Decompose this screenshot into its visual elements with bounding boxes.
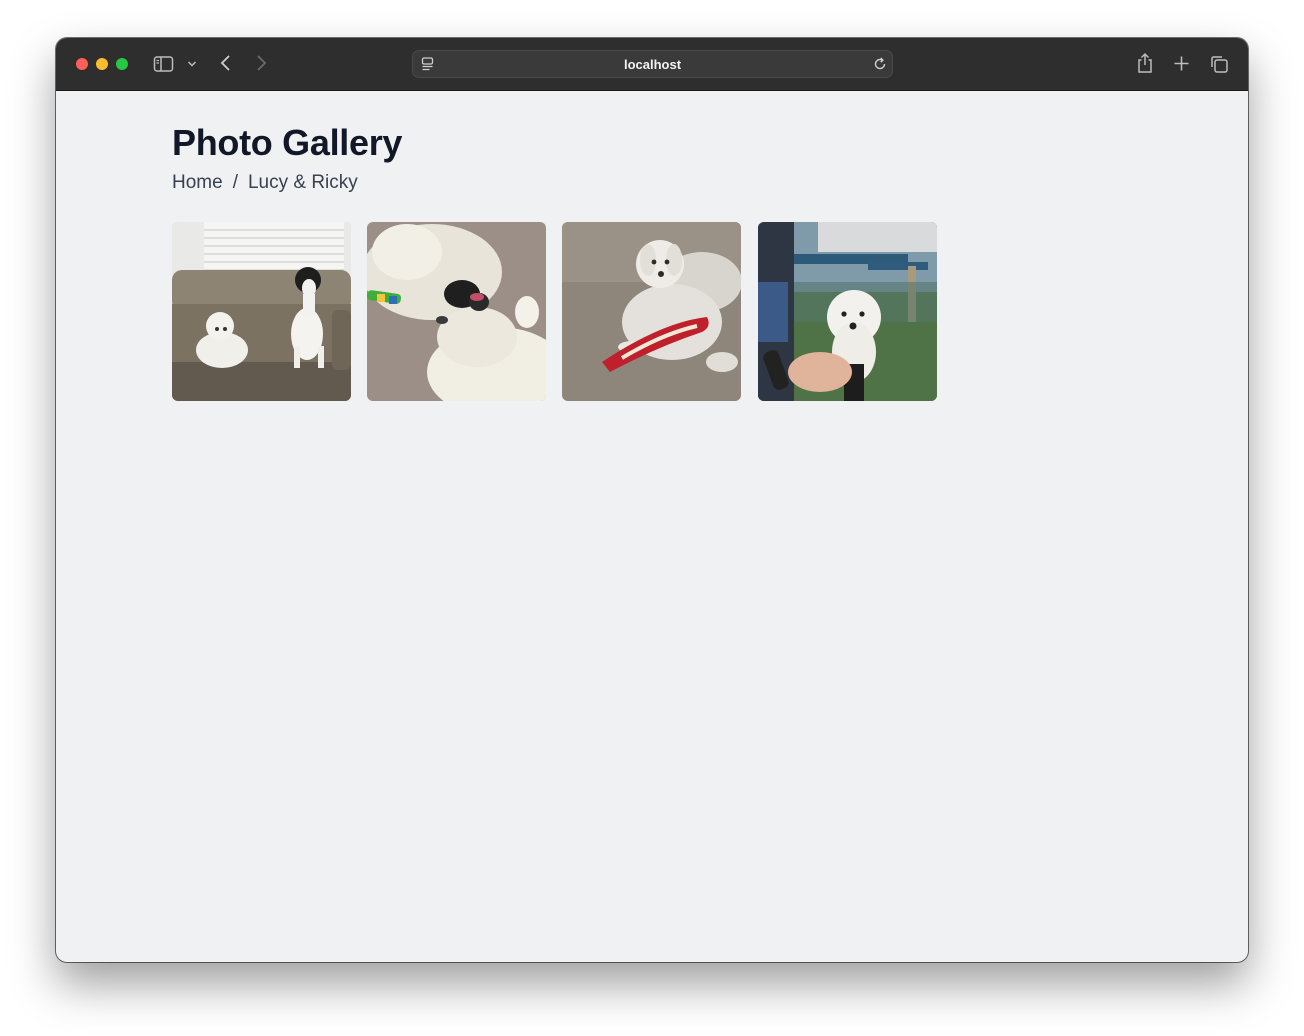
photo-dog-getting-treat[interactable]: [758, 222, 937, 401]
photo-dog-with-red-toy[interactable]: [562, 222, 741, 401]
browser-toolbar: localhost: [56, 38, 1248, 91]
page-content: Photo Gallery Home / Lucy & Ricky: [56, 92, 1248, 962]
share-icon[interactable]: [1136, 52, 1154, 74]
address-bar[interactable]: localhost: [412, 50, 893, 78]
sidebar-toggle-icon[interactable]: [153, 55, 175, 73]
minimize-window-button[interactable]: [96, 58, 108, 70]
breadcrumb: Home / Lucy & Ricky: [172, 172, 358, 194]
back-icon[interactable]: [219, 54, 233, 72]
tab-overview-icon[interactable]: [1209, 54, 1229, 74]
page-title: Photo Gallery: [172, 122, 403, 163]
browser-window: localhost Photo Gallery Home / Lucy & Ri…: [56, 38, 1248, 962]
forward-icon[interactable]: [254, 54, 268, 72]
close-window-button[interactable]: [76, 58, 88, 70]
chevron-down-icon[interactable]: [187, 60, 197, 68]
zoom-window-button[interactable]: [116, 58, 128, 70]
breadcrumb-current: Lucy & Ricky: [247, 172, 358, 193]
breadcrumb-home-link[interactable]: Home: [172, 172, 223, 194]
photo-dogs-playing-on-carpet[interactable]: [367, 222, 546, 401]
photo-two-dogs-on-couch[interactable]: [172, 222, 351, 401]
new-tab-icon[interactable]: [1173, 55, 1190, 72]
breadcrumb-separator: /: [232, 172, 238, 193]
url-text: localhost: [623, 57, 682, 72]
reload-icon[interactable]: [872, 56, 888, 72]
